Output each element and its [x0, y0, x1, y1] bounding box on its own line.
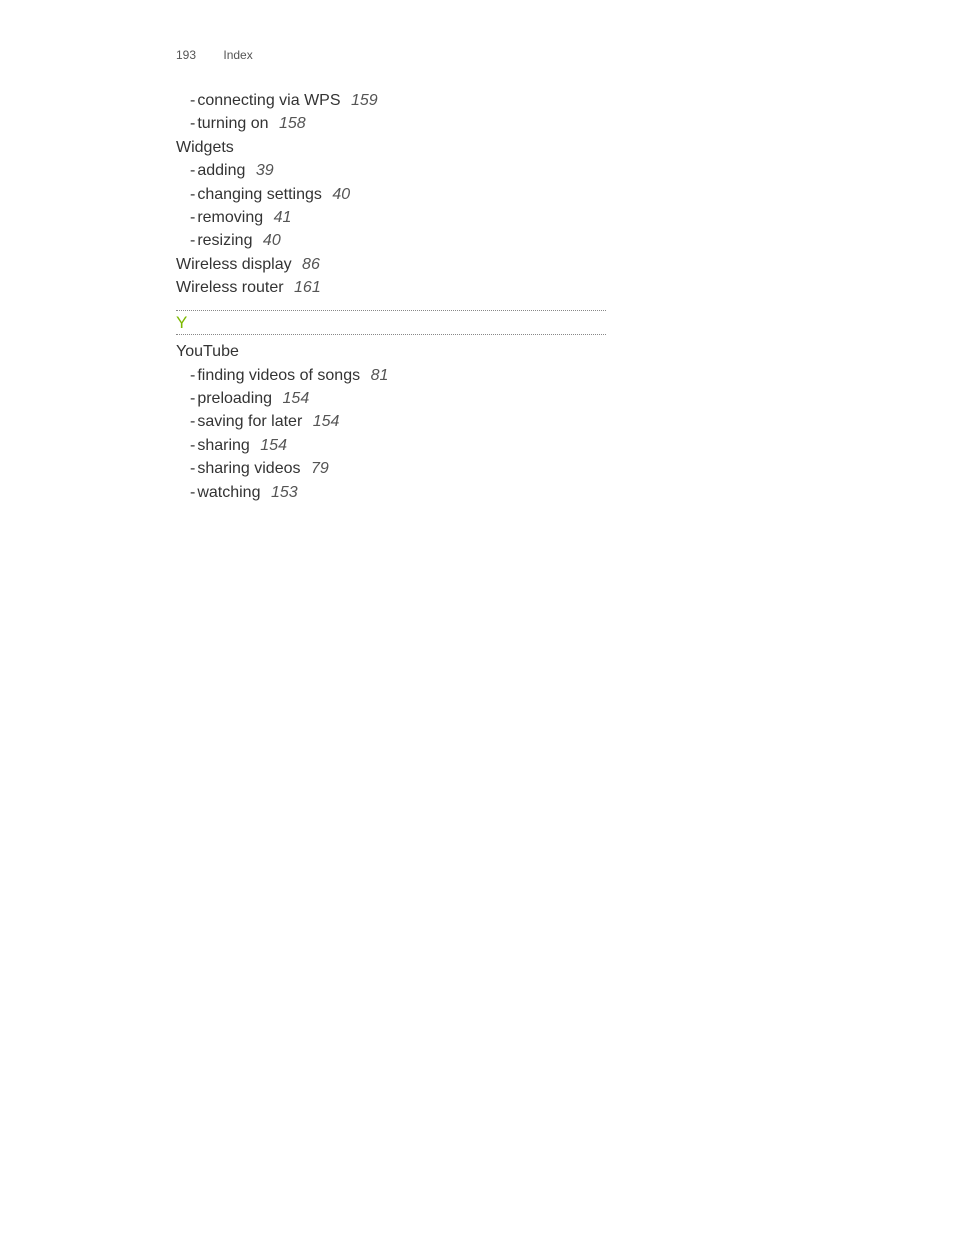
page-ref[interactable]: 154: [283, 390, 310, 407]
index-subentry: -saving for later 154: [176, 411, 610, 433]
index-subentry: -sharing videos 79: [176, 458, 610, 480]
index-entry-wireless-router: Wireless router 161: [176, 277, 610, 299]
entry-text: adding: [197, 162, 245, 179]
entry-text: Wireless display: [176, 256, 292, 273]
entry-text: changing settings: [197, 186, 322, 203]
index-subentry: -removing 41: [176, 207, 610, 229]
index-subentry: -watching 153: [176, 482, 610, 504]
index-subentry: -adding 39: [176, 160, 610, 182]
page-ref[interactable]: 159: [351, 92, 378, 109]
page-ref[interactable]: 153: [271, 484, 298, 501]
entry-text: preloading: [197, 390, 272, 407]
index-subentry: -turning on 158: [176, 113, 610, 135]
divider: [176, 334, 606, 335]
page-ref[interactable]: 40: [263, 232, 281, 249]
index-entry-wireless-display: Wireless display 86: [176, 254, 610, 276]
page-ref[interactable]: 41: [274, 209, 292, 226]
page-ref[interactable]: 86: [302, 256, 320, 273]
entry-text: saving for later: [197, 413, 302, 430]
page-ref[interactable]: 154: [260, 437, 287, 454]
page-ref[interactable]: 161: [294, 279, 321, 296]
index-subentry: -sharing 154: [176, 435, 610, 457]
entry-text: finding videos of songs: [197, 367, 360, 384]
entry-text: watching: [197, 484, 260, 501]
index-subentry: -connecting via WPS 159: [176, 90, 610, 112]
page-ref[interactable]: 81: [371, 367, 389, 384]
index-subentry: -finding videos of songs 81: [176, 365, 610, 387]
entry-text: resizing: [197, 232, 252, 249]
entry-text: removing: [197, 209, 263, 226]
page-ref[interactable]: 40: [332, 186, 350, 203]
entry-text: connecting via WPS: [197, 92, 340, 109]
index-subentry: -resizing 40: [176, 230, 610, 252]
entry-text: turning on: [197, 115, 268, 132]
index-page: 193 Index -connecting via WPS 159 -turni…: [0, 0, 610, 504]
index-entry-youtube: YouTube: [176, 341, 610, 363]
page-number: 193: [176, 48, 196, 62]
page-ref[interactable]: 79: [311, 460, 329, 477]
page-ref[interactable]: 158: [279, 115, 306, 132]
index-subentry: -preloading 154: [176, 388, 610, 410]
page-ref[interactable]: 39: [256, 162, 274, 179]
index-entry-widgets: Widgets: [176, 137, 610, 159]
page-header: 193 Index: [176, 48, 610, 62]
entry-text: sharing: [197, 437, 249, 454]
index-subentry: -changing settings 40: [176, 184, 610, 206]
entry-text: sharing videos: [197, 460, 300, 477]
entry-heading: Widgets: [176, 139, 234, 156]
index-section-y: Y: [176, 310, 610, 336]
header-section: Index: [223, 48, 252, 62]
entry-heading: YouTube: [176, 343, 239, 360]
section-letter: Y: [176, 311, 610, 335]
entry-text: Wireless router: [176, 279, 284, 296]
page-ref[interactable]: 154: [313, 413, 340, 430]
